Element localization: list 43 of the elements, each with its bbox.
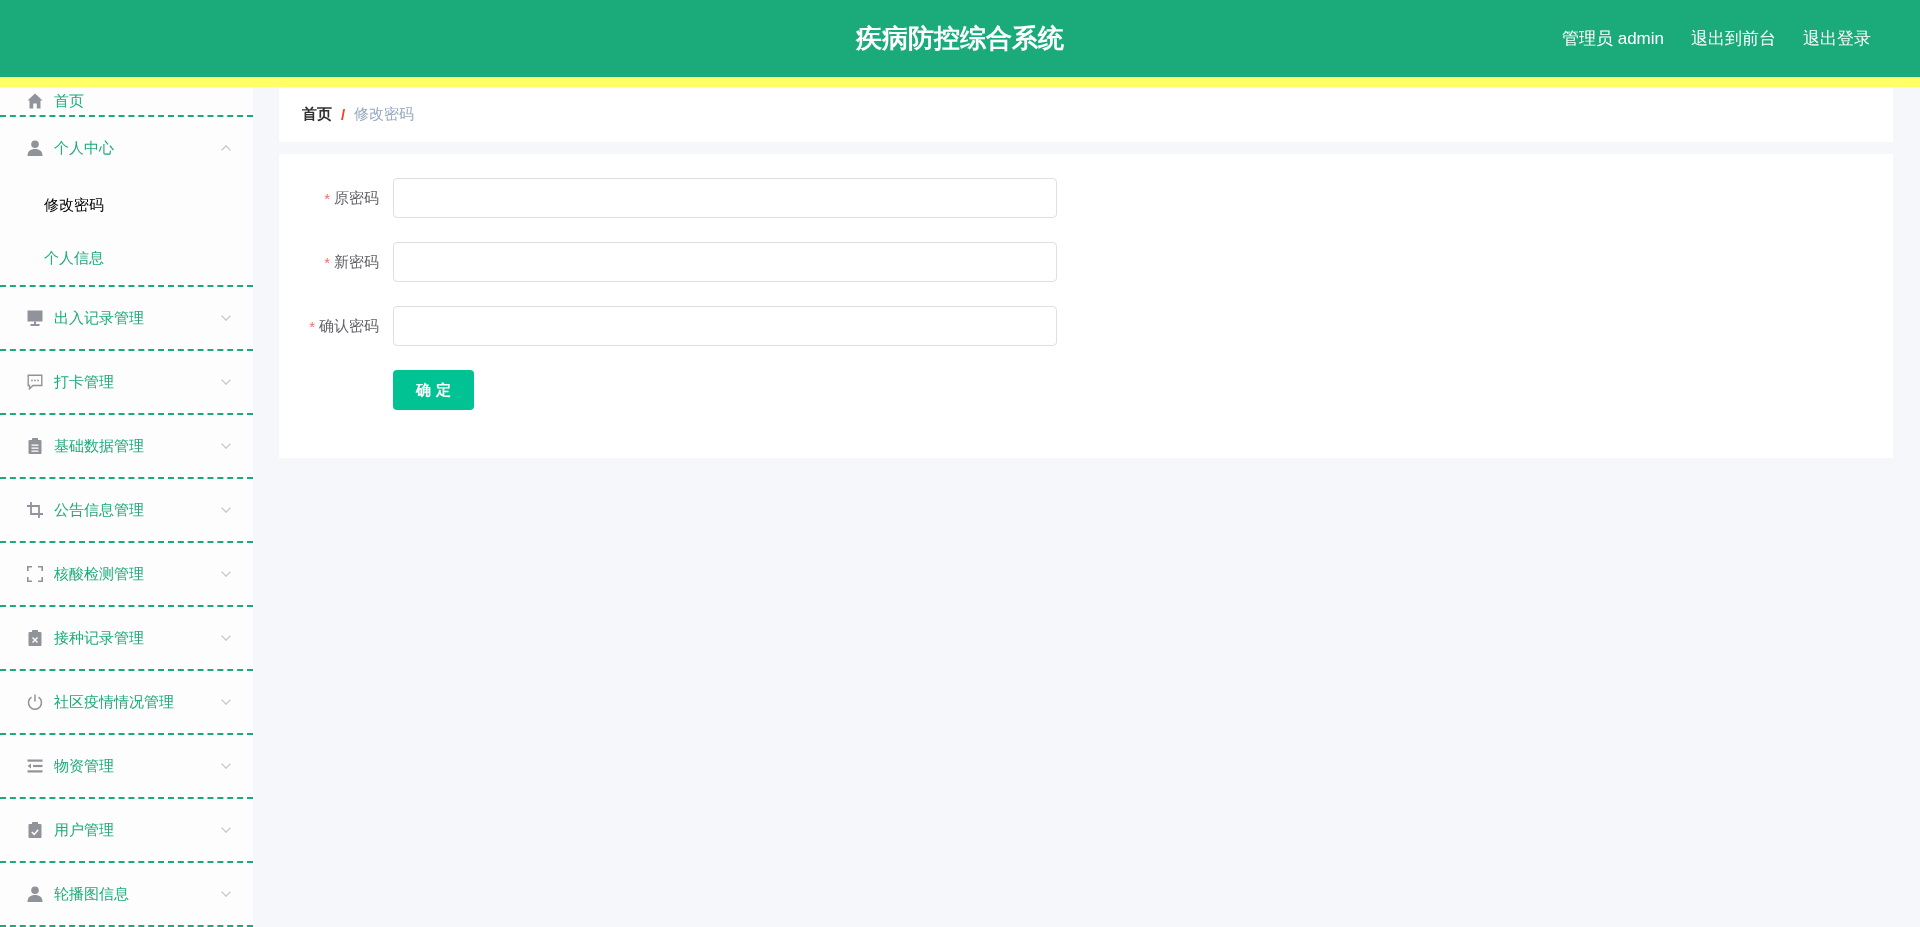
clipboard-check-icon	[27, 822, 43, 838]
menu-item[interactable]: 轮播图信息	[0, 863, 253, 925]
menu-item[interactable]: 社区疫情情况管理	[0, 671, 253, 733]
required-mark: *	[324, 253, 330, 271]
required-mark: *	[309, 317, 315, 335]
user-label: 管理员 admin	[1561, 28, 1664, 50]
menu-item[interactable]: 核酸检测管理	[0, 543, 253, 605]
app-title: 疾病防控综合系统	[856, 22, 1064, 55]
crop-icon	[27, 502, 43, 518]
password-field[interactable]	[393, 178, 1057, 218]
menu-item[interactable]: 出入记录管理	[0, 287, 253, 349]
menu-item[interactable]: 个人中心	[0, 117, 253, 179]
menu-item[interactable]: 物资管理	[0, 735, 253, 797]
header-link[interactable]: 退出登录	[1803, 27, 1871, 50]
required-mark: *	[324, 189, 330, 207]
menu-item[interactable]: 接种记录管理	[0, 607, 253, 669]
power-icon	[27, 694, 43, 710]
field-label: 新密码	[334, 252, 379, 272]
submenu-item[interactable]: 个人信息	[0, 232, 253, 285]
menu-item[interactable]: 基础数据管理	[0, 415, 253, 477]
menu-item[interactable]: 首页	[0, 87, 253, 115]
user-icon	[27, 140, 43, 156]
confirm-button[interactable]: 确 定	[393, 370, 474, 410]
chat-bubble-icon	[27, 374, 43, 390]
menu-item[interactable]: 公告信息管理	[0, 479, 253, 541]
user-icon	[27, 886, 43, 902]
home-icon	[27, 93, 43, 109]
clipboard-x-icon	[27, 630, 43, 646]
monitor-icon	[27, 310, 43, 326]
password-field[interactable]	[393, 306, 1057, 346]
submenu-item[interactable]: 修改密码	[0, 179, 253, 232]
field-label: 确认密码	[319, 316, 379, 336]
list-icon	[27, 758, 43, 774]
scan-corners-icon	[27, 566, 43, 582]
breadcrumb-link[interactable]: 首页	[302, 105, 332, 124]
password-field[interactable]	[393, 242, 1057, 282]
menu-item[interactable]: 打卡管理	[0, 351, 253, 413]
menu-item[interactable]: 用户管理	[0, 799, 253, 861]
clipboard-icon	[27, 438, 43, 454]
breadcrumb-current: 修改密码	[354, 105, 415, 124]
header-link[interactable]: 退出到前台	[1691, 27, 1776, 50]
breadcrumb-separator: /	[341, 106, 346, 123]
field-label: 原密码	[334, 188, 379, 208]
